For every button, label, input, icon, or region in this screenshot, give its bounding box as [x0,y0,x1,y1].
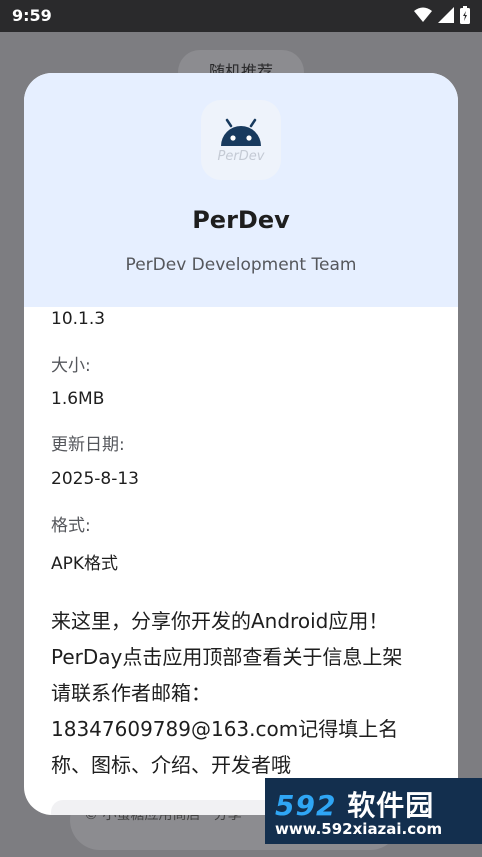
dialog-header[interactable]: PerDev PerDev PerDev Development Team [24,73,458,307]
description-line: PerDay点击应用顶部查看关于信息上架 [51,645,403,669]
watermark-url: www.592xiazai.com [275,820,443,838]
battery-icon [460,6,470,24]
status-icons [414,6,470,24]
app-info-dialog: PerDev PerDev PerDev Development Team 10… [24,73,458,815]
site-watermark: 592 软件园 www.592xiazai.com [265,778,482,844]
app-description: 来这里，分享你开发的Android应用！ PerDay点击应用顶部查看关于信息上… [51,603,436,783]
format-value: APK格式 [51,554,119,574]
version-value: 10.1.3 [51,309,106,329]
app-icon-text: PerDev [218,149,265,164]
description-line: 来这里，分享你开发的Android应用！ [51,609,389,633]
description-line: 18347609789@163.com记得填上名 [51,717,399,741]
app-name: PerDev [192,206,290,234]
format-label: 格式: [51,516,91,536]
app-icon: PerDev [201,100,281,180]
size-label: 大小: [51,356,91,376]
updated-label: 更新日期: [51,435,125,455]
status-bar: 9:59 [0,0,482,32]
watermark-brand-text: 软件园 [347,789,435,822]
developer-name: PerDev Development Team [125,255,357,275]
updated-value: 2025-8-13 [51,469,139,489]
watermark-brand: 592 软件园 [275,784,434,824]
status-time: 9:59 [12,6,52,25]
description-line: 请联系作者邮箱： [51,681,211,705]
watermark-number: 592 [275,789,337,822]
wifi-icon [414,7,432,22]
android-icon: PerDev [218,118,265,164]
size-value: 1.6MB [51,389,105,409]
signal-icon [438,7,454,23]
